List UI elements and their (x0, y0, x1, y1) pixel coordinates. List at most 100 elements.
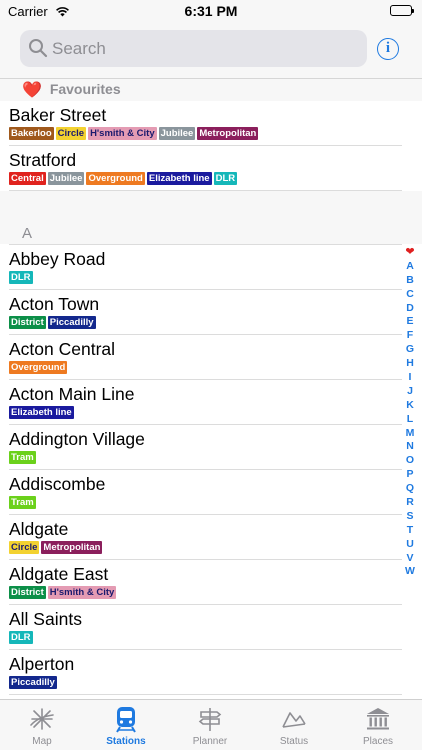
line-badges: Bakerloo Circle H'smith & City Jubilee Metro… (9, 127, 259, 140)
tab-map[interactable]: Map (0, 700, 84, 750)
line-badge: H'smith & City (88, 127, 157, 140)
station-row[interactable]: Addington Village Tram (9, 425, 402, 470)
line-badge: District (9, 316, 46, 329)
index-letter[interactable]: K (402, 399, 418, 413)
line-badge: Elizabeth line (146, 172, 212, 185)
index-letter[interactable]: J (402, 385, 418, 399)
station-row[interactable]: Baker Street Bakerloo Circle H'smith & City… (9, 101, 402, 146)
section-index[interactable]: ❤ ABCDEFGHIJKLMNOPQRSTUVW (402, 246, 418, 579)
stations-list: Abbey Road DLR Acton Town District Piccadill… (0, 245, 422, 699)
station-row[interactable]: Acton Central Overground (9, 335, 402, 380)
station-name: Acton Main Line (9, 384, 135, 404)
line-badge: Circle (9, 541, 40, 554)
station-row[interactable]: Alperton Piccadilly (9, 650, 402, 695)
tab-stations[interactable]: Stations (84, 700, 168, 750)
tab-label: Stations (106, 736, 146, 747)
train-icon (116, 707, 136, 733)
line-badge: Piccadilly (9, 676, 57, 689)
index-letter[interactable]: F (402, 329, 418, 343)
station-row[interactable]: Abbey Road DLR (9, 245, 402, 290)
station-list[interactable]: ❤️ Favourites Baker Street Bakerloo Circle… (0, 79, 422, 699)
status-bar: Carrier 6:31 PM (0, 0, 422, 22)
index-letter[interactable]: T (402, 524, 418, 538)
favourites-header: ❤️ Favourites (0, 79, 422, 101)
station-name: Aldgate (9, 519, 69, 539)
navigation-bar: i (0, 22, 422, 79)
line-badges: Overground (9, 361, 68, 374)
line-badge: District (9, 586, 46, 599)
station-row[interactable]: Addiscombe Tram (9, 470, 402, 515)
station-name: Acton Town (9, 294, 100, 314)
index-letter[interactable]: O (402, 454, 418, 468)
signpost-icon (198, 708, 222, 731)
station-row[interactable]: Aldgate Circle Metropolitan (9, 515, 402, 560)
line-badge: Metropolitan (197, 127, 259, 140)
search-input[interactable] (52, 30, 352, 67)
line-badges: Central Jubilee Overground Elizabeth line DL… (9, 172, 238, 185)
station-row[interactable]: Acton Town District Piccadilly (9, 290, 402, 335)
heart-icon: ❤️ (22, 82, 42, 99)
index-letter[interactable]: C (402, 288, 418, 302)
station-name: Stratford (9, 150, 77, 170)
index-letter[interactable]: R (402, 496, 418, 510)
line-badge: Metropolitan (41, 541, 103, 554)
index-letter[interactable]: E (402, 315, 418, 329)
line-badge: Piccadilly (47, 316, 96, 329)
index-letter[interactable]: H (402, 357, 418, 371)
station-row[interactable]: Acton Main Line Elizabeth line (9, 380, 402, 425)
station-row[interactable]: All Saints DLR (9, 605, 402, 650)
index-letter[interactable]: S (402, 510, 418, 524)
search-bar[interactable] (20, 30, 367, 67)
tab-planner[interactable]: Planner (168, 700, 252, 750)
map-icon (30, 708, 54, 730)
line-badge: DLR (9, 631, 33, 644)
line-badges: DLR (9, 631, 33, 644)
index-letter[interactable]: A (402, 260, 418, 274)
line-badge: Bakerloo (9, 127, 54, 140)
index-letter[interactable]: P (402, 468, 418, 482)
favourites-list: Baker Street Bakerloo Circle H'smith & City… (0, 101, 422, 191)
tab-bar: Map Stations Planner Status Places (0, 699, 422, 750)
station-row[interactable]: Aldgate East District H'smith & City (9, 560, 402, 605)
station-name: Baker Street (9, 105, 107, 125)
line-badges: Piccadilly (9, 676, 57, 689)
line-badges: Elizabeth line (9, 406, 74, 419)
index-letter[interactable]: V (402, 552, 418, 566)
station-row[interactable]: Stratford Central Jubilee Overground Elizabe… (9, 146, 402, 191)
line-badges: Tram (9, 451, 36, 464)
line-badge: Jubilee (158, 127, 196, 140)
tab-label: Planner (192, 736, 228, 747)
index-letter[interactable]: G (402, 343, 418, 357)
line-badge: Tram (9, 496, 36, 509)
tab-status[interactable]: Status (252, 700, 336, 750)
tab-label: Places (362, 736, 393, 747)
station-name: Abbey Road (9, 249, 106, 269)
line-badge: H'smith & City (47, 586, 117, 599)
station-name: Alperton (9, 654, 75, 674)
station-name: Addington Village (9, 429, 145, 449)
index-letter[interactable]: W (402, 565, 418, 579)
index-heart-icon[interactable]: ❤ (402, 246, 418, 260)
line-badge: DLR (213, 172, 238, 185)
section-spacer (0, 191, 422, 224)
line-badge: Overground (86, 172, 145, 185)
index-letter[interactable]: U (402, 538, 418, 552)
index-letter[interactable]: M (402, 427, 418, 441)
line-badge: Jubilee (47, 172, 85, 185)
favourites-header-label: Favourites (49, 81, 121, 97)
index-letter[interactable]: I (402, 371, 418, 385)
index-letter[interactable]: N (402, 440, 418, 454)
line-badges: District H'smith & City (9, 586, 117, 599)
index-letter[interactable]: L (402, 413, 418, 427)
battery-icon (390, 5, 414, 16)
info-icon: i (385, 40, 391, 56)
index-letter[interactable]: D (402, 302, 418, 316)
index-letter[interactable]: Q (402, 482, 418, 496)
line-badges: DLR (9, 271, 33, 284)
line-badge: Circle (55, 127, 87, 140)
line-badge: DLR (9, 271, 33, 284)
tab-places[interactable]: Places (336, 700, 420, 750)
info-button[interactable]: i (377, 38, 399, 60)
line-badges: Circle Metropolitan (9, 541, 103, 554)
index-letter[interactable]: B (402, 274, 418, 288)
